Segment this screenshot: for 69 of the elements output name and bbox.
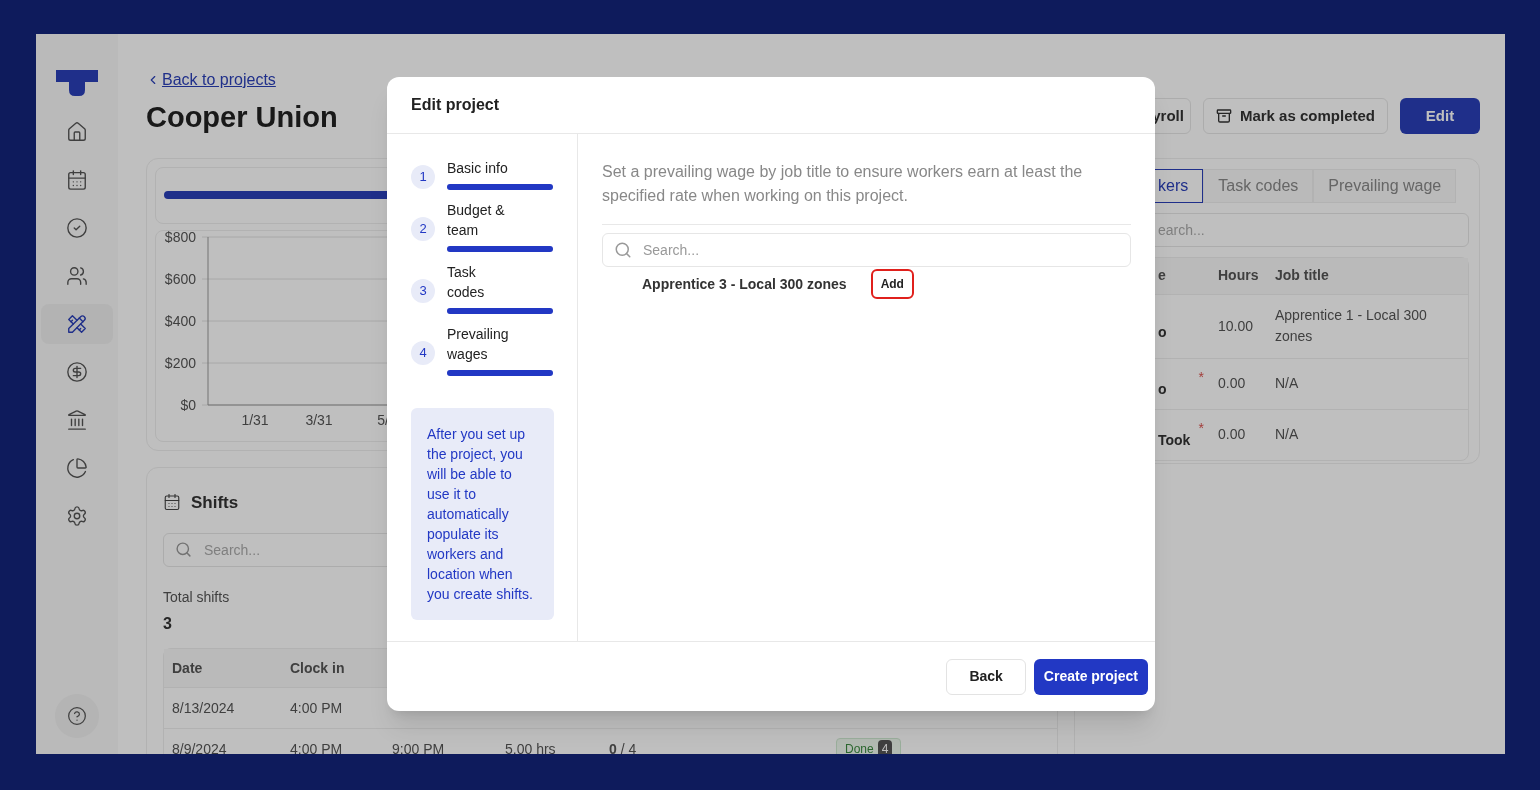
table-cell-text: 0 / 4 — [609, 739, 638, 754]
table-cell-text: 9:00 PM — [392, 739, 446, 754]
hours-cell-text: 0.00 — [1218, 425, 1247, 444]
sidebar-item[interactable] — [41, 304, 113, 344]
home-icon — [66, 121, 88, 143]
table-cell-text: 5.00 hrs — [505, 739, 557, 754]
shifts-title: Shifts — [191, 491, 239, 514]
required-mark: * — [1198, 368, 1204, 387]
x-axis-label: 1/31 — [241, 411, 269, 428]
step-label[interactable]: Budget & team — [447, 200, 517, 240]
table-cell-text: 8/13/2024 — [172, 698, 236, 718]
project-title: Cooper Union — [146, 100, 338, 135]
dollar-icon — [66, 361, 88, 383]
add-button[interactable]: Add — [870, 269, 914, 299]
create-project-button[interactable]: Create project — [1033, 658, 1148, 695]
back-link[interactable]: Back to projects — [146, 68, 338, 92]
back-button[interactable]: Back — [946, 658, 1026, 695]
column-header: e — [1157, 266, 1167, 285]
column-header: Hours — [1218, 266, 1260, 285]
info-box: After you set up the project, you will be able to use it to automatically populate its workers and location when you create shifts. — [411, 408, 554, 620]
bank-icon — [66, 409, 88, 431]
job-title-cell-text: N/A — [1275, 425, 1300, 444]
description-text: Set a prevailing wage by job title to ensure workers earn at least the specified rate when working on this project. — [602, 162, 1084, 206]
table-cell-text: 4:00 PM — [290, 739, 344, 754]
search-icon — [175, 541, 192, 558]
job-title-cell-text: N/A — [1275, 374, 1300, 393]
search-field[interactable]: Search... — [602, 233, 1131, 267]
worker-name: o — [1158, 322, 1167, 342]
people-icon — [66, 265, 88, 287]
pie-chart-icon — [66, 457, 88, 479]
table-cell-text: 8/9/2024 — [172, 739, 228, 754]
hours-cell-text: 10.00 — [1218, 316, 1255, 336]
mark-completed-button[interactable]: Mark as completed — [1202, 98, 1388, 134]
column-header: Date — [172, 658, 204, 678]
step-number: 2 — [411, 217, 435, 241]
y-axis-label: $200 — [164, 354, 196, 371]
hours-cell-text: 0.00 — [1218, 374, 1247, 393]
total-value: 3 — [163, 614, 172, 634]
total-label: Total shifts — [163, 588, 230, 607]
step-label[interactable]: Prevailing wages — [447, 324, 517, 364]
job-title-option: Apprentice 3 - Local 300 zones — [642, 273, 847, 295]
y-axis-label: $0 — [180, 396, 196, 413]
logo-icon — [56, 70, 98, 96]
status-badge: Done 4 — [836, 738, 902, 754]
x-axis-label: 3/31 — [305, 411, 333, 428]
worker-name: Took — [1158, 431, 1191, 450]
step-label[interactable]: Basic info — [447, 158, 517, 178]
search-icon — [614, 241, 632, 259]
calendar-icon — [163, 493, 181, 512]
worker-name: o — [1158, 380, 1167, 399]
y-axis-label: $400 — [164, 312, 196, 329]
step-label[interactable]: Task codes — [447, 262, 517, 302]
y-axis-label: $800 — [164, 228, 196, 245]
step-number: 1 — [411, 165, 435, 189]
column-header: Job title — [1275, 266, 1329, 285]
help-icon[interactable] — [67, 706, 87, 726]
required-mark: * — [1198, 419, 1204, 438]
edit-button[interactable]: Edit — [1400, 98, 1480, 134]
step-number: 3 — [411, 279, 435, 303]
archive-icon — [1215, 108, 1232, 124]
job-title-cell-text: Apprentice 1 - Local 300 zones — [1275, 306, 1428, 346]
check-circle-icon — [66, 217, 88, 239]
calendar-icon — [66, 169, 88, 191]
table-cell-text: 4:00 PM — [290, 698, 344, 718]
dialog-title: Edit project — [411, 95, 499, 115]
column-header: Clock in — [290, 658, 346, 678]
settings-icon — [66, 505, 88, 527]
y-axis-label: $600 — [164, 270, 196, 287]
step-number: 4 — [411, 341, 435, 365]
